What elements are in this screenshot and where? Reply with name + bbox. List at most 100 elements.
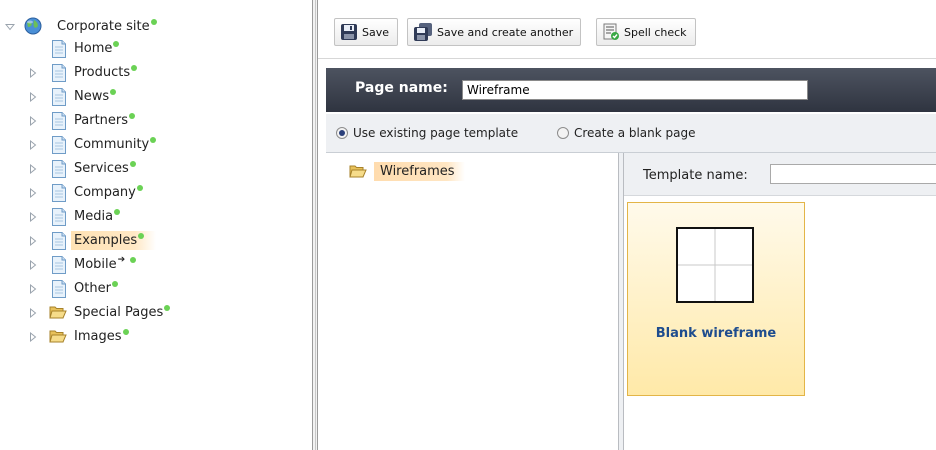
expand-toggle-icon[interactable] xyxy=(28,163,38,175)
expand-toggle-icon[interactable] xyxy=(28,283,38,295)
template-mode-options: Use existing page template Create a blan… xyxy=(326,114,936,153)
expand-toggle-icon[interactable] xyxy=(28,67,38,79)
published-status-icon xyxy=(138,233,145,239)
published-status-icon xyxy=(150,19,157,25)
page-icon xyxy=(51,160,67,178)
create-blank-page-label: Create a blank page xyxy=(574,126,696,140)
tree-item-media[interactable]: Media xyxy=(0,206,300,228)
tree-item-examples[interactable]: Examples xyxy=(0,230,300,252)
published-status-icon xyxy=(150,137,157,143)
tree-item-label: Products xyxy=(71,63,140,82)
tree-item-label: News xyxy=(71,87,119,106)
tree-item-home[interactable]: Home xyxy=(0,38,300,60)
expand-toggle-icon[interactable] xyxy=(28,331,38,343)
category-item-wireframes[interactable]: Wireframes xyxy=(349,160,465,182)
published-status-icon xyxy=(114,209,121,215)
tree-item-partners[interactable]: Partners xyxy=(0,110,300,132)
page-name-input[interactable] xyxy=(462,80,808,100)
expand-toggle-icon[interactable] xyxy=(28,259,38,271)
published-status-icon xyxy=(122,329,129,335)
expand-toggle-icon[interactable] xyxy=(28,115,38,127)
tree-item-label: Home xyxy=(71,39,122,58)
new-page-editor: Save Save and create another Spell check xyxy=(318,0,936,450)
page-icon xyxy=(51,40,67,58)
tree-item-products[interactable]: Products xyxy=(0,62,300,84)
category-label: Wireframes xyxy=(374,161,465,181)
save-button-label: Save xyxy=(362,25,390,39)
tree-item-label: Media xyxy=(71,207,123,226)
globe-icon xyxy=(24,17,42,35)
radio-selected-indicator xyxy=(336,127,348,139)
template-category-tree: Wireframes xyxy=(326,153,620,450)
collapse-toggle-icon[interactable] xyxy=(5,21,15,33)
tree-item-label: Special Pages xyxy=(71,303,173,322)
page-icon xyxy=(51,208,67,226)
template-list-panel: Template name: Blank wireframe xyxy=(624,153,936,450)
published-status-icon xyxy=(113,41,120,47)
published-status-icon xyxy=(129,113,136,119)
use-existing-template-radio[interactable]: Use existing page template xyxy=(336,126,518,140)
published-status-icon xyxy=(129,161,136,167)
folder-icon xyxy=(49,304,67,322)
published-status-icon xyxy=(110,89,117,95)
published-status-icon xyxy=(136,185,143,191)
tree-item-label: Images xyxy=(71,327,132,346)
tree-item-company[interactable]: Company xyxy=(0,182,300,204)
tree-item-label: Other xyxy=(71,279,121,298)
spell-check-button[interactable]: Spell check xyxy=(596,18,696,46)
template-name-input[interactable] xyxy=(770,164,936,184)
radio-unselected-indicator xyxy=(557,127,569,139)
tree-item-label: Examples xyxy=(71,231,157,250)
tree-item-label: Community xyxy=(71,135,159,154)
create-blank-page-radio[interactable]: Create a blank page xyxy=(557,126,696,140)
published-status-icon xyxy=(164,305,171,311)
tree-item-mobile[interactable]: Mobile➔ xyxy=(0,254,300,276)
template-name: Blank wireframe xyxy=(655,326,777,341)
tree-item-label: Mobile➔ xyxy=(71,255,139,274)
page-icon xyxy=(51,64,67,82)
page-icon xyxy=(51,280,67,298)
save-and-create-another-button[interactable]: Save and create another xyxy=(407,18,581,46)
toolbar: Save Save and create another Spell check xyxy=(318,0,936,59)
page-name-header: Page name: xyxy=(326,68,936,112)
page-icon xyxy=(51,112,67,130)
tree-root-corporate-site[interactable]: Corporate site xyxy=(0,16,300,38)
expand-toggle-icon[interactable] xyxy=(28,235,38,247)
tree-item-services[interactable]: Services xyxy=(0,158,300,180)
page-name-label: Page name: xyxy=(355,80,448,96)
save-button[interactable]: Save xyxy=(334,18,398,46)
template-search-bar: Template name: xyxy=(624,153,936,196)
save-icon xyxy=(341,24,357,40)
tree-root-label: Corporate site xyxy=(54,17,160,36)
published-status-icon xyxy=(111,281,118,287)
save-and-create-another-label: Save and create another xyxy=(437,25,574,39)
spell-check-icon xyxy=(603,23,619,40)
linked-page-icon: ➔ xyxy=(117,255,126,265)
folder-open-icon xyxy=(349,165,367,178)
content-tree: Corporate site Home Products News Partners Co… xyxy=(0,0,312,450)
published-status-icon xyxy=(131,65,138,71)
tree-item-news[interactable]: News xyxy=(0,86,300,108)
wireframe-thumbnail-icon xyxy=(676,227,754,303)
page-icon xyxy=(51,136,67,154)
page-icon xyxy=(51,256,67,274)
tree-item-label: Partners xyxy=(71,111,138,130)
tree-item-special-pages[interactable]: Special Pages xyxy=(0,302,300,324)
published-status-icon xyxy=(130,257,137,263)
page-icon xyxy=(51,232,67,250)
tree-item-other[interactable]: Other xyxy=(0,278,300,300)
template-card-blank-wireframe[interactable]: Blank wireframe xyxy=(627,202,805,396)
expand-toggle-icon[interactable] xyxy=(28,139,38,151)
page-icon xyxy=(51,88,67,106)
folder-icon xyxy=(49,328,67,346)
expand-toggle-icon[interactable] xyxy=(28,307,38,319)
expand-toggle-icon[interactable] xyxy=(28,211,38,223)
template-name-label: Template name: xyxy=(643,168,748,183)
tree-item-images[interactable]: Images xyxy=(0,326,300,348)
save-multiple-icon xyxy=(414,23,432,41)
tree-item-community[interactable]: Community xyxy=(0,134,300,156)
use-existing-template-label: Use existing page template xyxy=(353,126,519,140)
tree-item-label: Company xyxy=(71,183,146,202)
expand-toggle-icon[interactable] xyxy=(28,91,38,103)
expand-toggle-icon[interactable] xyxy=(28,187,38,199)
